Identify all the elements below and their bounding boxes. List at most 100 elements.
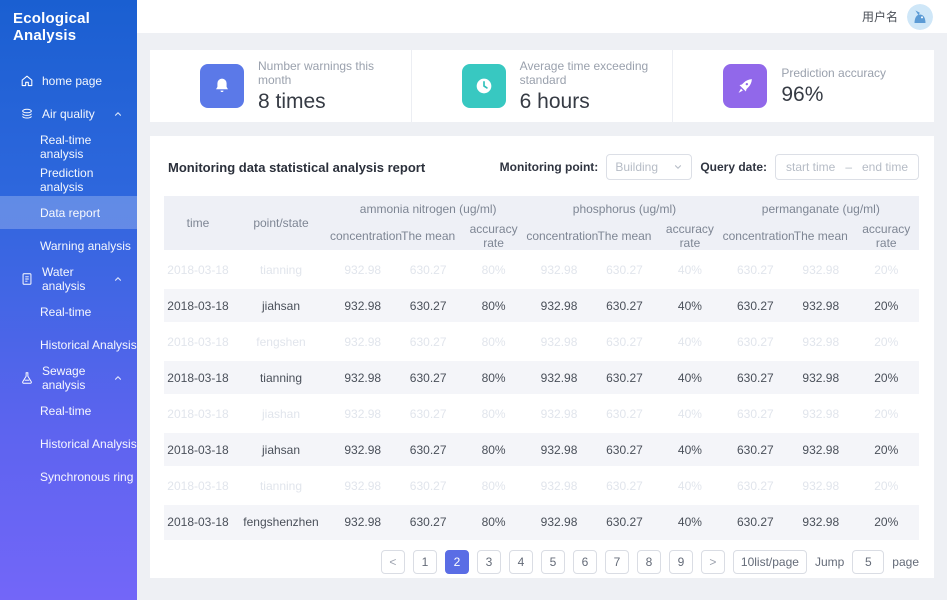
page-button-9[interactable]: 9: [668, 549, 693, 574]
next-page-button[interactable]: >: [700, 549, 725, 574]
page-button-7[interactable]: 7: [604, 549, 629, 574]
username-label: 用户名: [861, 10, 898, 24]
stat-label: Prediction accuracy: [781, 65, 887, 80]
table-cell: 40%: [657, 287, 723, 324]
table-cell: 630.27: [395, 287, 461, 324]
report-title: Monitoring data statistical analysis rep…: [168, 159, 426, 175]
sidebar-item-home-page[interactable]: home page: [0, 64, 137, 97]
home-icon: [20, 74, 34, 88]
table-cell: 2018-03-18: [164, 359, 232, 396]
sidebar-item-water-analysis[interactable]: Water analysis: [0, 262, 137, 295]
table-cell: 80%: [460, 395, 527, 432]
table-cell: 630.27: [722, 395, 789, 432]
group-phosphorus: phosphorus (ug/ml): [526, 196, 723, 222]
sidebar-item-label: Historical Analysis: [40, 436, 137, 451]
sidebar-item-label: Water analysis: [42, 264, 86, 293]
table-cell: 932.98: [788, 323, 854, 360]
page-button-4[interactable]: 4: [508, 549, 533, 574]
page-button-6[interactable]: 6: [572, 549, 597, 574]
page-button-8[interactable]: 8: [636, 549, 661, 574]
table-cell: 630.27: [395, 251, 461, 288]
sidebar-item-real-time-analysis[interactable]: Real-time analysis: [0, 130, 137, 163]
page-button-3[interactable]: 3: [476, 549, 501, 574]
table-cell: 20%: [853, 431, 919, 468]
sidebar-item-real-time[interactable]: Real-time: [0, 394, 137, 427]
table-header: time point/state ammonia nitrogen (ug/ml…: [164, 196, 919, 252]
sidebar-item-label: Air quality: [42, 106, 95, 121]
table-cell: 630.27: [722, 287, 789, 324]
table-cell: 630.27: [395, 323, 461, 360]
chevron-up-icon: [113, 274, 123, 284]
subcol-accuracy-rate: accuracy rate: [853, 222, 919, 252]
subcol-mean: The mean: [788, 222, 854, 252]
sidebar-item-air-quality[interactable]: Air quality: [0, 97, 137, 130]
range-separator: –: [845, 160, 852, 174]
table-cell: 630.27: [591, 287, 658, 324]
page-button-5[interactable]: 5: [540, 549, 565, 574]
jump-page-input[interactable]: [852, 549, 885, 574]
prev-page-button[interactable]: <: [380, 549, 405, 574]
table-cell: 932.98: [330, 467, 396, 504]
subcol-accuracy-rate: accuracy rate: [657, 222, 723, 252]
sidebar-item-sewage-analysis[interactable]: Sewage analysis: [0, 361, 137, 394]
page-button-1[interactable]: 1: [412, 549, 437, 574]
table-cell: 20%: [853, 323, 919, 360]
table-cell: 630.27: [395, 395, 461, 432]
table-cell: 932.98: [788, 359, 854, 396]
report-table: time point/state ammonia nitrogen (ug/ml…: [164, 196, 919, 540]
table-cell: fengshenzhen: [232, 503, 330, 540]
table-cell: 932.98: [526, 431, 592, 468]
monitoring-point-value: Building: [615, 160, 659, 174]
table-cell: jiahsan: [232, 287, 330, 324]
table-cell: 80%: [460, 287, 527, 324]
table-cell: 2018-03-18: [164, 251, 232, 288]
monitoring-point-select[interactable]: Building: [606, 154, 693, 180]
table-row: 2018-03-18 tianning 932.98 630.27 80% 932.98 6…: [164, 467, 919, 504]
table-cell: 80%: [460, 431, 527, 468]
table-cell: tianning: [232, 467, 330, 504]
table-cell: tianning: [232, 251, 330, 288]
table-cell: 932.98: [330, 359, 396, 396]
sidebar-item-historical-analysis[interactable]: Historical Analysis: [0, 328, 137, 361]
sidebar-item-historical-analysis[interactable]: Historical Analysis: [0, 427, 137, 460]
subcol-mean: The mean: [395, 222, 461, 252]
table-row: 2018-03-18 jiahsan 932.98 630.27 80% 932.98 63…: [164, 287, 919, 324]
table-cell: 932.98: [526, 503, 592, 540]
clock-icon: [461, 64, 506, 108]
page-button-2[interactable]: 2: [444, 549, 469, 574]
sidebar-item-warning-analysis[interactable]: Warning analysis: [0, 229, 137, 262]
page-size-select[interactable]: 10list/page: [732, 549, 807, 574]
table-cell: 40%: [657, 503, 723, 540]
user-avatar[interactable]: [907, 3, 933, 30]
sidebar-item-prediction-analysis[interactable]: Prediction analysis: [0, 163, 137, 196]
subcol-accuracy-rate: accuracy rate: [460, 222, 527, 252]
stat-value: 6 hours: [519, 89, 590, 113]
table-cell: 40%: [657, 359, 723, 396]
sidebar-item-label: Real-time analysis: [40, 132, 92, 161]
report-table-body: 2018-03-18 tianning 932.98 630.27 80% 932.98 6…: [164, 251, 919, 540]
stat-prediction-accuracy: Prediction accuracy 96%: [672, 50, 934, 122]
stat-label: Number warnings this month: [258, 58, 375, 87]
document-icon: [20, 272, 34, 286]
table-row: 2018-03-18 tianning 932.98 630.27 80% 932.98 6…: [164, 251, 919, 288]
filters: Monitoring point: Building Query date: s…: [500, 154, 919, 180]
sidebar-item-label: Historical Analysis: [40, 337, 137, 352]
table-cell: 630.27: [722, 251, 789, 288]
table-cell: 80%: [460, 503, 527, 540]
table-row: 2018-03-18 jiahsan 932.98 630.27 80% 932.98 63…: [164, 431, 919, 468]
report-panel: Monitoring data statistical analysis rep…: [150, 136, 934, 578]
table-cell: 2018-03-18: [164, 503, 232, 540]
sidebar-item-data-report[interactable]: Data report: [0, 196, 137, 229]
table-cell: 2018-03-18: [164, 467, 232, 504]
table-cell: 630.27: [722, 503, 789, 540]
date-range-input[interactable]: start time – end time: [775, 154, 919, 180]
table-cell: 630.27: [395, 467, 461, 504]
chevron-up-icon: [113, 373, 123, 383]
sidebar-item-real-time[interactable]: Real-time: [0, 295, 137, 328]
table-cell: jiahsan: [232, 431, 330, 468]
table-cell: 932.98: [788, 395, 854, 432]
sidebar-item-synchronous-ring[interactable]: Synchronous ring: [0, 460, 137, 493]
jump-label: Jump: [814, 554, 845, 569]
sidebar-item-label: Real-time: [40, 403, 92, 418]
table-cell: 80%: [460, 359, 527, 396]
